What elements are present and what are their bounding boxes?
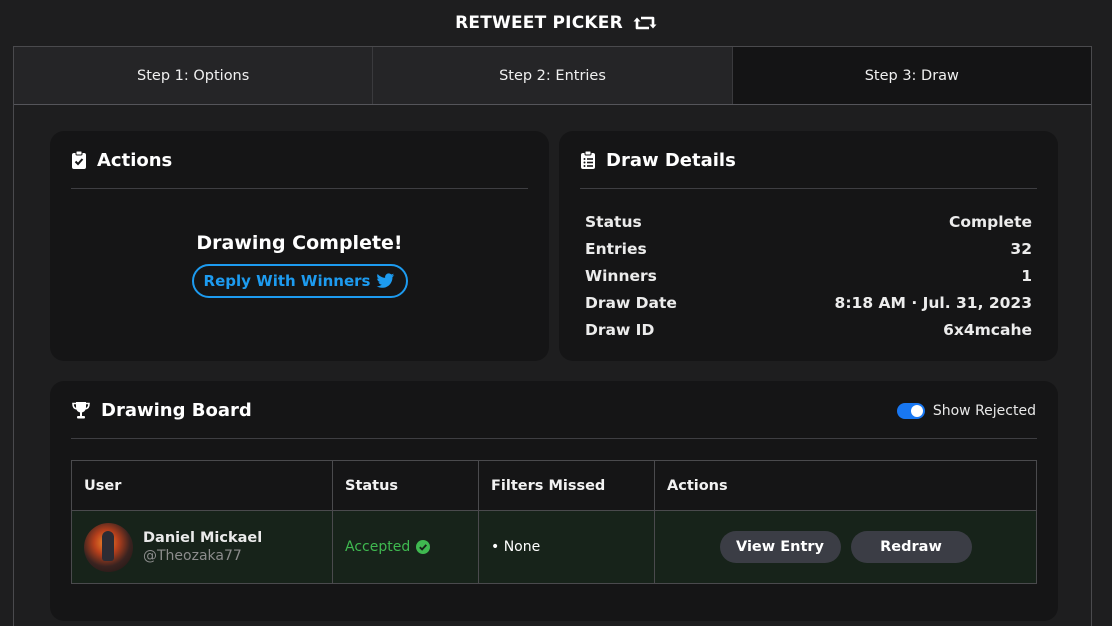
draw-details-card: Draw Details Status Complete Entries 32 … xyxy=(559,131,1058,361)
reply-button-label: Reply With Winners xyxy=(203,272,371,290)
table-row: Daniel Mickael @Theozaka77 Accepted • No… xyxy=(71,510,1037,584)
clipboard-check-icon xyxy=(72,150,86,169)
detail-value: 8:18 AM · Jul. 31, 2023 xyxy=(834,293,1032,312)
filters-missed-cell: • None xyxy=(478,510,655,584)
column-header-status: Status xyxy=(332,460,479,511)
twitter-bird-icon xyxy=(376,273,395,288)
divider xyxy=(71,188,528,189)
actions-cell: View Entry Redraw xyxy=(654,510,1037,584)
view-entry-button[interactable]: View Entry xyxy=(719,531,841,563)
drawing-board-card: Drawing Board Show Rejected User Status … xyxy=(50,381,1058,621)
details-title: Draw Details xyxy=(606,149,736,171)
status-badge: Accepted xyxy=(345,539,466,555)
user-cell: Daniel Mickael @Theozaka77 xyxy=(71,510,333,584)
actions-card: Actions Drawing Complete! Reply With Win… xyxy=(50,131,549,361)
detail-label: Draw ID xyxy=(585,320,655,339)
status-text: Accepted xyxy=(345,539,411,555)
tab-step-draw[interactable]: Step 3: Draw xyxy=(732,47,1091,104)
show-rejected-toggle[interactable] xyxy=(896,403,925,419)
entries-table: User Status Filters Missed Actions Danie… xyxy=(71,460,1037,584)
table-header-row: User Status Filters Missed Actions xyxy=(71,460,1037,511)
detail-label: Entries xyxy=(585,239,647,258)
check-circle-icon xyxy=(416,540,431,554)
actions-title: Actions xyxy=(97,149,173,171)
step-tabs: Step 1: Options Step 2: Entries Step 3: … xyxy=(14,47,1091,105)
tab-step-entries[interactable]: Step 2: Entries xyxy=(373,47,733,104)
status-cell: Accepted xyxy=(332,510,479,584)
main-frame: Step 1: Options Step 2: Entries Step 3: … xyxy=(13,46,1092,626)
trophy-icon xyxy=(72,402,90,419)
divider xyxy=(71,438,1037,439)
column-header-filters-missed: Filters Missed xyxy=(478,460,655,511)
retweet-icon xyxy=(633,16,657,30)
detail-value: 1 xyxy=(1021,266,1032,285)
column-header-actions: Actions xyxy=(654,460,1037,511)
divider xyxy=(580,188,1037,189)
detail-row-draw-date: Draw Date 8:18 AM · Jul. 31, 2023 xyxy=(585,289,1032,316)
app-title: RETWEET PICKER xyxy=(455,13,623,33)
user-handle: @Theozaka77 xyxy=(143,548,242,564)
detail-label: Status xyxy=(585,212,642,231)
drawing-complete-message: Drawing Complete! xyxy=(196,232,403,254)
detail-label: Draw Date xyxy=(585,293,677,312)
detail-value: Complete xyxy=(948,212,1032,231)
detail-row-winners: Winners 1 xyxy=(585,262,1032,289)
detail-row-entries: Entries 32 xyxy=(585,235,1032,262)
actions-header: Actions xyxy=(50,131,549,189)
show-rejected-label: Show Rejected xyxy=(932,403,1036,419)
column-header-user: User xyxy=(71,460,333,511)
detail-value: 32 xyxy=(1010,239,1032,258)
details-header: Draw Details xyxy=(559,131,1058,189)
app-header: RETWEET PICKER xyxy=(0,0,1112,46)
avatar[interactable] xyxy=(84,522,133,572)
show-rejected-control: Show Rejected xyxy=(896,403,1036,419)
detail-row-draw-id: Draw ID 6x4mcahe xyxy=(585,316,1032,343)
user-name: Daniel Mickael xyxy=(143,530,263,546)
reply-with-winners-button[interactable]: Reply With Winners xyxy=(191,264,408,298)
detail-value: 6x4mcahe xyxy=(943,320,1032,339)
details-list: Status Complete Entries 32 Winners 1 Dra… xyxy=(559,189,1058,343)
tab-step-options[interactable]: Step 1: Options xyxy=(14,47,374,104)
redraw-button[interactable]: Redraw xyxy=(850,531,972,563)
board-title: Drawing Board xyxy=(101,399,252,421)
detail-label: Winners xyxy=(585,266,657,285)
clipboard-list-icon xyxy=(581,150,595,169)
detail-row-status: Status Complete xyxy=(585,208,1032,235)
